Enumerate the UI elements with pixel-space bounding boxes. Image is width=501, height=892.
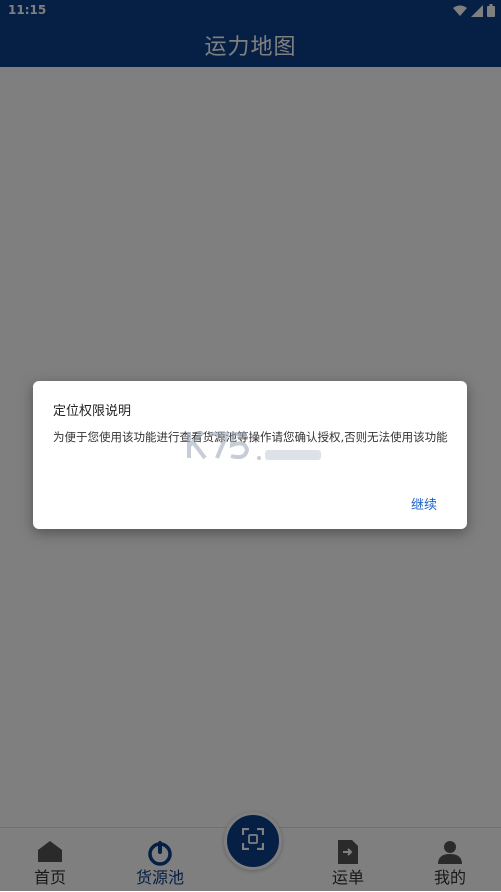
dialog-message: 为便于您使用该功能进行查看货源池等操作请您确认授权,否则无法使用该功能 bbox=[53, 430, 448, 444]
continue-button[interactable]: 继续 bbox=[411, 494, 437, 513]
permission-dialog: 定位权限说明 为便于您使用该功能进行查看货源池等操作请您确认授权,否则无法使用该… bbox=[33, 381, 467, 529]
dialog-title: 定位权限说明 bbox=[53, 404, 132, 419]
